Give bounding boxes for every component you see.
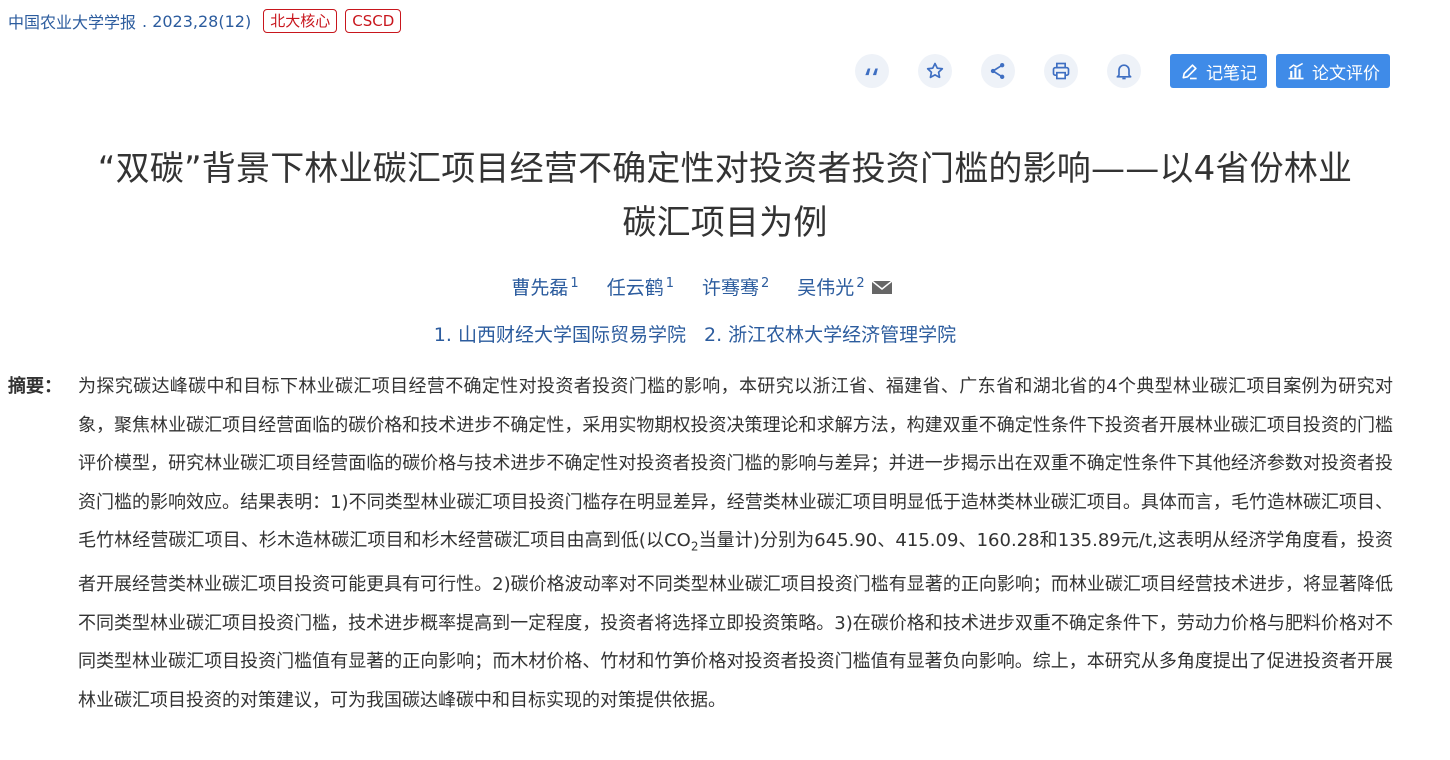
article-page: 中国农业大学学报 . 2023,28(12) 北大核心 CSCD 记笔记 论文评…: [0, 0, 1450, 760]
article-toolbar: 记笔记 论文评价: [855, 54, 1390, 88]
journal-info: 中国农业大学学报 . 2023,28(12) 北大核心 CSCD: [8, 9, 402, 33]
abstract-text: 为探究碳达峰碳中和目标下林业碳汇项目经营不确定性对投资者投资门槛的影响，本研究以…: [78, 368, 1393, 720]
author-link[interactable]: 曹先磊 1: [511, 273, 578, 300]
pencil-icon: [1182, 64, 1197, 80]
author-affiliation-index: 2: [761, 275, 770, 291]
author-affiliation-index: 2: [856, 275, 865, 291]
title-line-1: “双碳”背景下林业碳汇项目经营不确定性对投资者投资门槛的影响——以4省份林业: [97, 149, 1353, 189]
author-link[interactable]: 任云鹤 1: [607, 273, 674, 300]
author-link[interactable]: 许骞骞 2: [702, 273, 769, 300]
affiliation-link[interactable]: 1. 山西财经大学国际贸易学院: [434, 324, 686, 346]
article-title: “双碳”背景下林业碳汇项目经营不确定性对投资者投资门槛的影响——以4省份林业 碳…: [30, 142, 1420, 250]
author-list: 曹先磊 1 任云鹤 1 许骞骞 2 吴伟光 2: [0, 273, 1390, 300]
quote-button[interactable]: [855, 54, 889, 88]
affiliation-link[interactable]: 2. 浙江农林大学经济管理学院: [704, 324, 956, 346]
quote-icon: [865, 68, 878, 76]
paper-review-label: 论文评价: [1312, 63, 1380, 84]
bell-icon: [1116, 64, 1132, 80]
affiliation-list: 1. 山西财经大学国际贸易学院 2. 浙江农林大学经济管理学院: [0, 320, 1390, 347]
author-affiliation-index: 1: [665, 275, 674, 291]
mail-icon[interactable]: [871, 279, 893, 295]
abstract-label: 摘要：: [8, 376, 62, 397]
author-name: 许骞骞: [702, 277, 760, 299]
take-note-label: 记笔记: [1206, 63, 1257, 84]
badge-cscd: CSCD: [345, 9, 402, 33]
share-button[interactable]: [981, 54, 1015, 88]
abstract-section: 摘要： 为探究碳达峰碳中和目标下林业碳汇项目经营不确定性对投资者投资门槛的影响，…: [8, 368, 1393, 720]
star-icon: [926, 62, 944, 79]
author-name: 吴伟光: [797, 277, 855, 299]
author-affiliation-index: 1: [570, 275, 579, 291]
journal-issue: . 2023,28(12): [142, 11, 252, 31]
journal-name-link[interactable]: 中国农业大学学报: [8, 9, 136, 33]
share-icon: [990, 63, 1005, 79]
author-name: 曹先磊: [511, 277, 569, 299]
favorite-button[interactable]: [918, 54, 952, 88]
subscribe-button[interactable]: [1107, 54, 1141, 88]
author-link[interactable]: 吴伟光 2: [797, 273, 864, 300]
title-line-2: 碳汇项目为例: [622, 203, 828, 243]
print-button[interactable]: [1044, 54, 1078, 88]
print-icon: [1052, 62, 1070, 80]
abstract-text-part-1: 为探究碳达峰碳中和目标下林业碳汇项目经营不确定性对投资者投资门槛的影响，本研究以…: [78, 376, 1393, 551]
paper-review-button[interactable]: 论文评价: [1276, 54, 1390, 88]
abstract-text-part-2: 当量计)分别为645.90、415.09、160.28和135.89元/t,这表…: [78, 530, 1393, 711]
take-note-button[interactable]: 记笔记: [1170, 54, 1267, 88]
author-name: 任云鹤: [606, 277, 664, 299]
badge-pku-core: 北大核心: [263, 9, 338, 33]
bar-chart-icon: [1288, 62, 1304, 80]
